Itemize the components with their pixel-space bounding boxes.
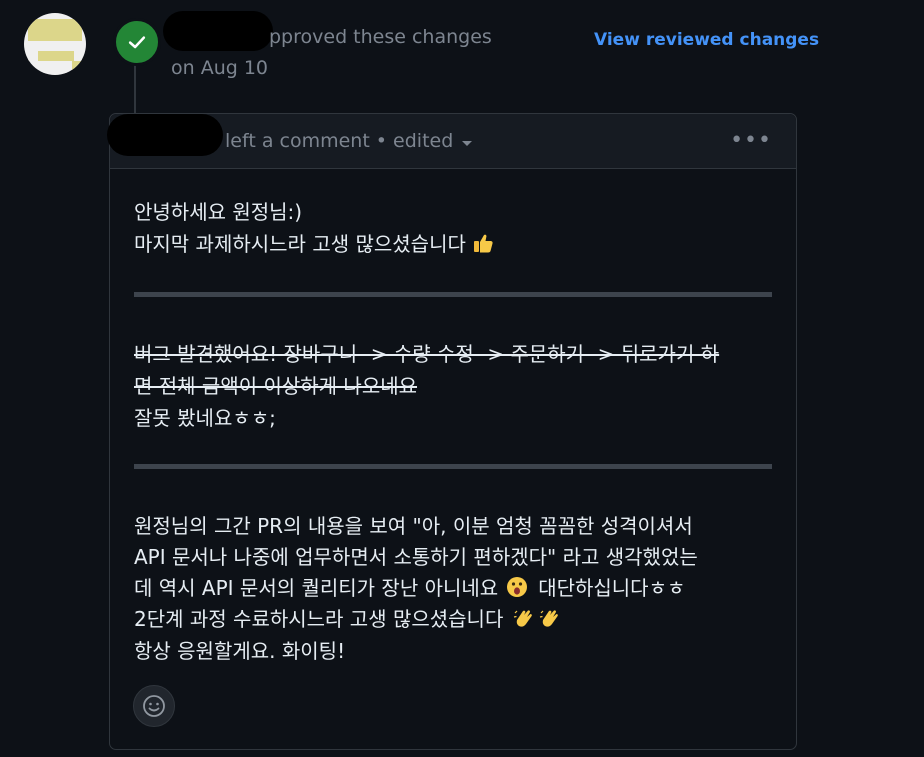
correction-line: 잘못 봤네요ㅎㅎ; (134, 406, 276, 430)
praise-line-4: 2단계 과정 수료하시느라 고생 많으셨습니다 (134, 603, 561, 634)
redacted-commenter (107, 114, 223, 156)
thumbs-up-icon (472, 232, 494, 259)
greeting-line: 안녕하세요 원정님:) (134, 200, 303, 224)
comment-meta-text: left a comment • edited (225, 130, 454, 152)
praise-line-2: API 문서나 나중에 업무하면서 소통하기 편하겠다" 라고 생각했었는 (134, 545, 698, 569)
thanks-line: 마지막 과제하시느라 고생 많으셨습니다 (134, 228, 494, 259)
comment-meta: left a comment • edited (225, 130, 473, 153)
praise-line-3-end: 대단하십니다ㅎㅎ (538, 576, 686, 600)
add-reaction-button[interactable] (133, 685, 175, 727)
cheer-line: 항상 응원할게요. 화이팅! (134, 639, 346, 663)
approved-badge (113, 18, 161, 66)
view-reviewed-changes-link[interactable]: View reviewed changes (594, 30, 819, 50)
smiley-icon (143, 695, 165, 717)
check-icon (128, 36, 146, 49)
kebab-menu-icon[interactable]: ••• (730, 128, 772, 153)
redacted-username (163, 11, 273, 51)
review-date[interactable]: on Aug 10 (171, 57, 268, 79)
clapping-hands-icon (539, 607, 561, 634)
clapping-hands-icon (513, 607, 535, 634)
strike-line-2: 면 전체 금액이 이상하게 나오네요 (134, 374, 418, 398)
astonished-face-icon (506, 576, 528, 603)
caret-down-icon[interactable] (461, 131, 473, 153)
praise-line-3-text: 데 역시 API 문서의 퀄리티가 장난 아니네요 (134, 576, 499, 600)
thanks-text: 마지막 과제하시느라 고생 많으셨습니다 (134, 232, 466, 256)
praise-line-1: 원정님의 그간 PR의 내용을 보여 "아, 이분 엄청 꼼꼼한 성격이셔서 (134, 514, 693, 538)
divider-2 (134, 464, 772, 469)
praise-line-3: 데 역시 API 문서의 퀄리티가 장난 아니네요 대단하십니다ㅎㅎ (134, 572, 685, 603)
timeline-line (134, 60, 136, 120)
reviewer-avatar[interactable] (24, 13, 86, 75)
review-status-text: pproved these changes (269, 26, 492, 48)
praise-line-4-text: 2단계 과정 수료하시느라 고생 많으셨습니다 (134, 607, 504, 631)
strike-line-1: 버그 발견했어요! 장바구니 -> 수량 수정 -> 주문하기 -> 뒤로가기 … (134, 342, 720, 366)
divider-1 (134, 292, 772, 297)
